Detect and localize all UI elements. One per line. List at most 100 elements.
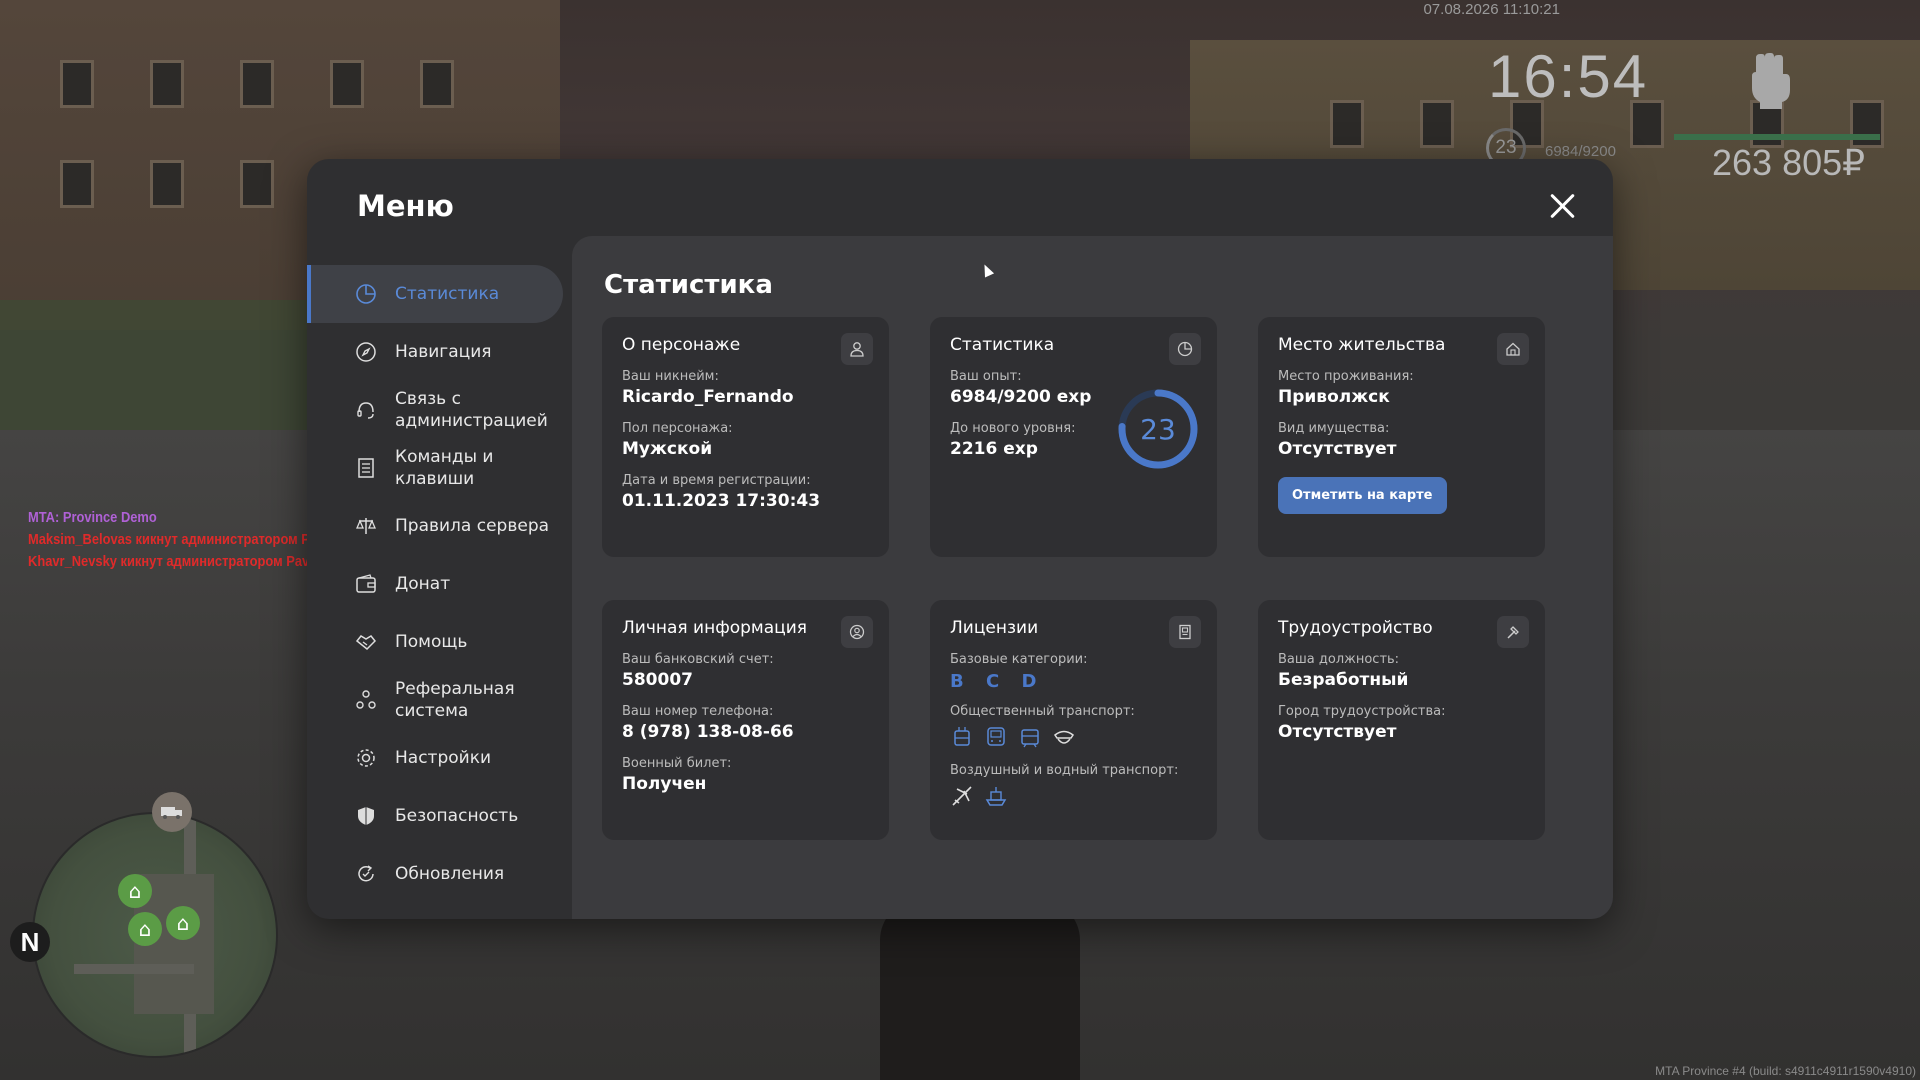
- sidebar-item-statistics[interactable]: Статистика: [307, 265, 563, 323]
- close-button[interactable]: [1545, 189, 1579, 223]
- minimap: ⌂ ⌂ ⌂: [32, 812, 278, 1058]
- card-title: Личная информация: [622, 618, 808, 638]
- build-info: MTA Province #4 (build: s4911c4911r1590v…: [1655, 1064, 1916, 1078]
- handshake-icon: [355, 635, 377, 651]
- job-city-value: Отсутствует: [1278, 722, 1397, 742]
- bus-icon: [987, 727, 1005, 746]
- user-circle-icon: [841, 616, 873, 648]
- compass-icon: [356, 342, 376, 362]
- sidebar-item-label: Обновления: [395, 864, 505, 884]
- north-indicator: N: [10, 922, 50, 962]
- refresh-icon: [358, 865, 374, 882]
- field-label: Вид имущества:: [1278, 421, 1390, 436]
- license-icon: [1169, 616, 1201, 648]
- sidebar-item-referral[interactable]: Реферальная система: [307, 671, 563, 729]
- content-area: Статистика О персонаже Ваш никнейм: Rica…: [572, 236, 1613, 919]
- sidebar-item-commands[interactable]: Команды и клавиши: [307, 439, 563, 497]
- home-icon: [1497, 333, 1529, 365]
- field-label: Ваш банковский счет:: [622, 652, 774, 667]
- field-label: Военный билет:: [622, 756, 732, 771]
- sidebar-item-donate[interactable]: Донат: [307, 555, 563, 613]
- sidebar-item-rules[interactable]: Правила сервера: [307, 497, 563, 555]
- air-water-transport-icons: [950, 784, 1197, 808]
- military-id-value: Получен: [622, 774, 707, 794]
- wallet-icon: [356, 574, 376, 593]
- hammer-icon: [1497, 616, 1529, 648]
- tram-icon: [1021, 729, 1039, 748]
- people-icon: [356, 690, 376, 709]
- field-label: Ваша должность:: [1278, 652, 1400, 667]
- user-icon: [841, 333, 873, 365]
- card-residence: Место жительства Место проживания: Приво…: [1258, 317, 1545, 557]
- residence-place-value: Приволжск: [1278, 387, 1390, 407]
- hud-money: 263 805₽: [1712, 142, 1866, 183]
- hud-datetime: 07.08.2026 11:10:21: [1423, 1, 1560, 18]
- house-icon: ⌂: [166, 906, 200, 940]
- hud-exp: 6984/9200: [1545, 143, 1616, 160]
- plane-icon: [952, 786, 972, 806]
- sidebar-item-label: Команды и клавиши: [395, 447, 494, 489]
- bank-account-value: 580007: [622, 670, 693, 690]
- card-title: Статистика: [950, 335, 1055, 355]
- sidebar-item-label: Правила сервера: [395, 516, 550, 536]
- driver-cap-icon: [1053, 730, 1075, 744]
- card-character: О персонаже Ваш никнейм: Ricardo_Fernand…: [602, 317, 889, 557]
- property-type-value: Отсутствует: [1278, 439, 1397, 459]
- menu-panel: Меню Статистика Навигация Связь с админи…: [307, 159, 1613, 919]
- hud-clock: 16:54: [1488, 43, 1649, 110]
- card-employment: Трудоустройство Ваша должность: Безработ…: [1258, 600, 1545, 840]
- hud-health-bar: [1674, 134, 1880, 140]
- sidebar-item-security[interactable]: Безопасность: [307, 787, 563, 845]
- sidebar-item-admin-contact[interactable]: Связь с администрацией: [307, 381, 563, 439]
- card-statistics: Статистика Ваш опыт: 6984/9200 exp До но…: [930, 317, 1217, 557]
- field-label: Базовые категории:: [950, 652, 1088, 667]
- field-label: Ваш номер телефона:: [622, 704, 774, 719]
- pie-chart-icon: [1169, 333, 1201, 365]
- sidebar-item-label: Навигация: [395, 342, 492, 362]
- sidebar-item-label: Безопасность: [395, 806, 519, 826]
- sidebar-item-label: Связь с администрацией: [395, 389, 548, 431]
- job-position-value: Безработный: [1278, 670, 1409, 690]
- level-number: 23: [1140, 412, 1176, 446]
- sidebar-item-label: Донат: [395, 574, 451, 594]
- scales-icon: [356, 518, 376, 534]
- license-categories: B C D: [950, 671, 1045, 692]
- nickname-value: Ricardo_Fernando: [622, 387, 794, 407]
- pie-chart-icon: [356, 284, 376, 304]
- sidebar-item-updates[interactable]: Обновления: [307, 845, 563, 903]
- card-title: О персонаже: [622, 335, 741, 355]
- registration-value: 01.11.2023 17:30:43: [622, 491, 821, 511]
- field-label: Воздушный и водный транспорт:: [950, 763, 1179, 778]
- document-icon: [358, 458, 374, 478]
- headset-icon: [357, 402, 374, 419]
- phone-value: 8 (978) 138-08-66: [622, 722, 794, 742]
- house-icon: ⌂: [128, 912, 162, 946]
- sidebar-item-label: Настройки: [395, 748, 492, 768]
- shield-icon: [358, 807, 374, 825]
- sidebar-item-settings[interactable]: Настройки: [307, 729, 563, 787]
- sidebar-item-navigation[interactable]: Навигация: [307, 323, 563, 381]
- gender-value: Мужской: [622, 439, 713, 459]
- field-label: Пол персонажа:: [622, 421, 733, 436]
- sidebar-item-label: Реферальная система: [395, 679, 515, 721]
- house-icon: ⌂: [118, 874, 152, 908]
- trolleybus-icon: [954, 727, 970, 746]
- sidebar-item-help[interactable]: Помощь: [307, 613, 563, 671]
- sidebar-item-label: Помощь: [395, 632, 468, 652]
- card-licenses: Лицензии Базовые категории: B C D Общест…: [930, 600, 1217, 840]
- fist-icon: [1752, 53, 1790, 109]
- card-personal-info: Личная информация Ваш банковский счет: 5…: [602, 600, 889, 840]
- field-label: Ваш никнейм:: [622, 369, 719, 384]
- section-title: Статистика: [604, 270, 773, 300]
- player-character: [880, 900, 1080, 1080]
- field-label: Дата и время регистрации:: [622, 473, 811, 488]
- ship-icon: [985, 787, 1007, 806]
- sidebar: Статистика Навигация Связь с администрац…: [307, 265, 563, 903]
- menu-title: Меню: [357, 189, 454, 223]
- field-label: Город трудоустройства:: [1278, 704, 1446, 719]
- field-label: Место проживания:: [1278, 369, 1414, 384]
- field-label: Ваш опыт:: [950, 369, 1022, 384]
- mark-on-map-button[interactable]: Отметить на карте: [1278, 477, 1447, 514]
- sidebar-item-label: Статистика: [395, 284, 500, 304]
- truck-icon: [152, 792, 192, 832]
